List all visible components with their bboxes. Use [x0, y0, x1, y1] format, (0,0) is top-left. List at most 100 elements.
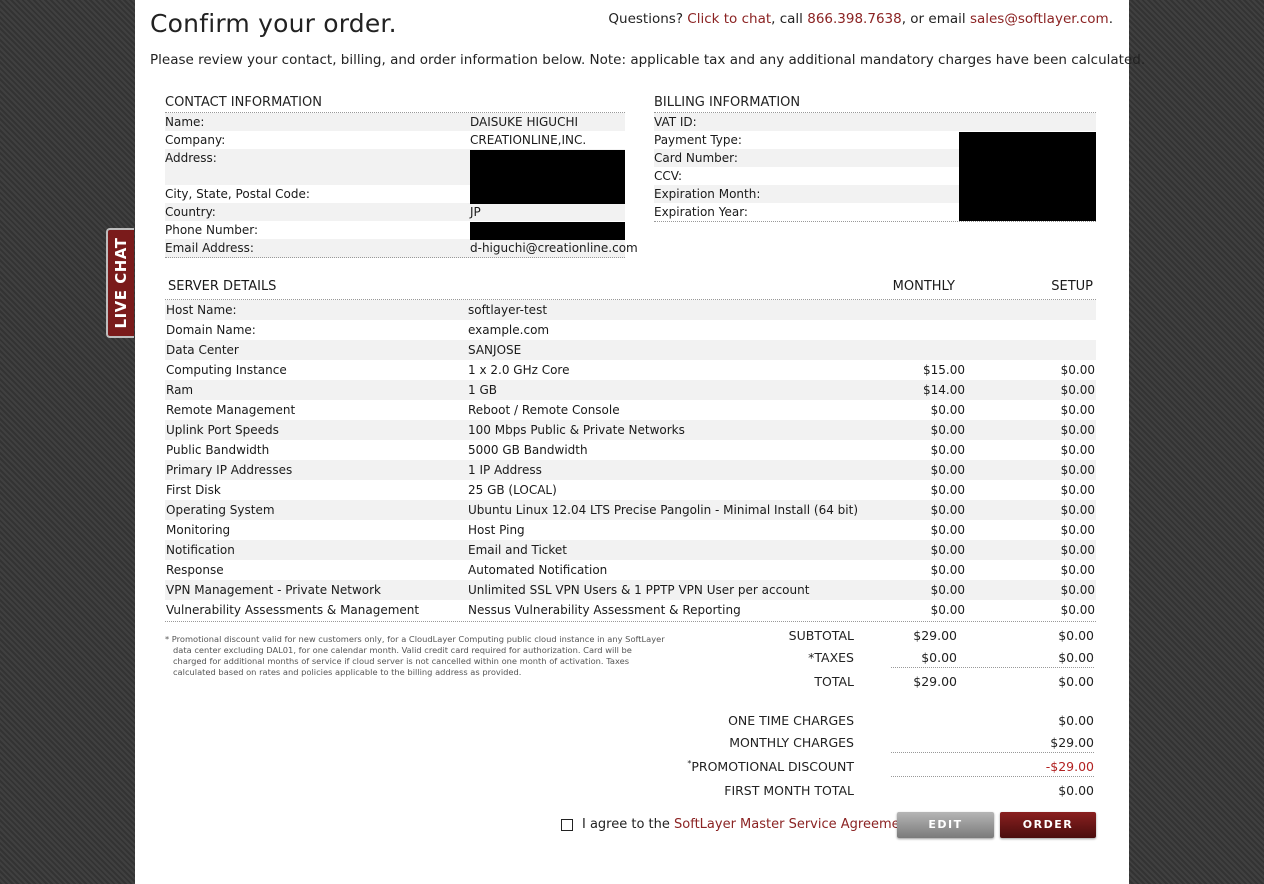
- row-description: 100 Mbps Public & Private Networks: [468, 423, 685, 437]
- email-text: , or email: [901, 11, 966, 27]
- row-setup-price: $0.00: [1060, 543, 1095, 557]
- one-time-charges-value: $0.00: [1058, 713, 1094, 728]
- agree-checkbox[interactable]: [561, 818, 573, 831]
- billing-label: Payment Type:: [654, 133, 742, 147]
- table-row: Data Center SANJOSE: [165, 340, 1096, 360]
- click-to-chat-link[interactable]: Click to chat: [687, 11, 771, 27]
- sales-email-link[interactable]: sales@softlayer.com: [970, 11, 1109, 27]
- row-label: VPN Management - Private Network: [166, 583, 381, 597]
- monthly-charges-value: $29.00: [1050, 735, 1094, 750]
- redacted-phone-block: [470, 222, 625, 240]
- row-monthly-price: $0.00: [930, 583, 965, 597]
- table-row: VPN Management - Private Network Unlimite…: [165, 580, 1096, 600]
- first-month-total-label: FIRST MONTH TOTAL: [724, 783, 854, 798]
- row-setup-price: $0.00: [1060, 583, 1095, 597]
- table-row: Vulnerability Assessments & Management Ne…: [165, 600, 1096, 620]
- row-setup-price: $0.00: [1060, 603, 1095, 617]
- row-description: 1 IP Address: [468, 463, 542, 477]
- row-monthly-price: $0.00: [930, 543, 965, 557]
- order-button[interactable]: ORDER: [1000, 812, 1096, 838]
- row-setup-price: $0.00: [1060, 363, 1095, 377]
- row-monthly-price: $0.00: [930, 603, 965, 617]
- contact-value: CREATIONLINE,INC.: [470, 133, 587, 147]
- row-description: 1 x 2.0 GHz Core: [468, 363, 570, 377]
- live-chat-label: LIVE CHAT: [112, 237, 130, 329]
- row-monthly-price: $0.00: [930, 523, 965, 537]
- phone-link[interactable]: 866.398.7638: [807, 11, 901, 27]
- page-title: Confirm your order.: [150, 9, 397, 38]
- questions-prefix: Questions?: [608, 11, 683, 27]
- table-row: Remote Management Reboot / Remote Console…: [165, 400, 1096, 420]
- row-description: Email and Ticket: [468, 543, 567, 557]
- monthly-column-header: MONTHLY: [892, 279, 955, 294]
- first-month-total-value: $0.00: [1058, 783, 1094, 798]
- row-label: Remote Management: [166, 403, 296, 417]
- billing-label: VAT ID:: [654, 115, 697, 129]
- promotional-footnote: * Promotional discount valid for new cus…: [165, 634, 665, 677]
- contact-information: CONTACT INFORMATION Name: DAISUKE HIGUCH…: [165, 94, 638, 258]
- row-label: First Disk: [166, 483, 221, 497]
- contact-row-company: Company: CREATIONLINE,INC.: [165, 131, 625, 149]
- row-label: Operating System: [166, 503, 275, 517]
- row-setup-price: $0.00: [1060, 423, 1095, 437]
- promotional-discount-value: -$29.00: [1045, 759, 1094, 774]
- row-description: Reboot / Remote Console: [468, 403, 620, 417]
- contact-label: City, State, Postal Code:: [165, 187, 310, 201]
- server-details-divider: [165, 620, 1096, 622]
- table-row: Public Bandwidth 5000 GB Bandwidth $0.00 $0…: [165, 440, 1096, 460]
- total-monthly: $29.00: [913, 674, 957, 689]
- row-setup-price: $0.00: [1060, 463, 1095, 477]
- row-description: SANJOSE: [468, 343, 522, 357]
- row-setup-price: $0.00: [1060, 503, 1095, 517]
- redacted-billing-block: [959, 132, 1096, 221]
- row-description: example.com: [468, 323, 550, 337]
- contact-label: Name:: [165, 115, 205, 129]
- contact-row-name: Name: DAISUKE HIGUCHI: [165, 113, 625, 131]
- row-label: Host Name:: [166, 303, 237, 317]
- row-monthly-price: $0.00: [930, 463, 965, 477]
- billing-row-vat: VAT ID:: [654, 113, 1096, 131]
- master-service-agreement-link[interactable]: SoftLayer Master Service Agreement: [674, 817, 913, 832]
- taxes-label: *TAXES: [808, 650, 854, 665]
- server-details-table: SERVER DETAILS MONTHLY SETUP Host Name: s…: [165, 276, 1096, 622]
- row-label: Notification: [166, 543, 235, 557]
- total-label: TOTAL: [814, 674, 854, 689]
- row-label: Monitoring: [166, 523, 231, 537]
- billing-label: CCV:: [654, 169, 683, 183]
- row-monthly-price: $0.00: [930, 423, 965, 437]
- row-label: Public Bandwidth: [166, 443, 270, 457]
- monthly-charges-label: MONTHLY CHARGES: [729, 735, 854, 750]
- row-description: 25 GB (LOCAL): [468, 483, 557, 497]
- billing-label: Expiration Month:: [654, 187, 761, 201]
- contact-label: Phone Number:: [165, 223, 259, 237]
- questions-bar: Questions? Click to chat, call 866.398.7…: [608, 11, 1113, 27]
- totals-divider: [891, 667, 1094, 668]
- row-description: Ubuntu Linux 12.04 LTS Precise Pangolin …: [468, 503, 859, 517]
- row-setup-price: $0.00: [1060, 523, 1095, 537]
- contact-value: d-higuchi@creationline.com: [470, 241, 638, 255]
- contact-label: Country:: [165, 205, 216, 219]
- row-description: 1 GB: [468, 383, 497, 397]
- row-monthly-price: $14.00: [923, 383, 965, 397]
- row-monthly-price: $0.00: [930, 403, 965, 417]
- taxes-monthly: $0.00: [921, 650, 957, 665]
- intro-text: Please review your contact, billing, and…: [150, 52, 1146, 68]
- email-suffix: .: [1108, 11, 1113, 27]
- row-monthly-price: $15.00: [923, 363, 965, 377]
- edit-button[interactable]: EDIT: [897, 812, 994, 838]
- row-label: Domain Name:: [166, 323, 256, 337]
- row-monthly-price: $0.00: [930, 443, 965, 457]
- charges-divider: [891, 752, 1094, 753]
- table-row: Monitoring Host Ping $0.00 $0.00: [165, 520, 1096, 540]
- billing-label: Card Number:: [654, 151, 738, 165]
- row-description: Host Ping: [468, 523, 525, 537]
- discount-divider: [891, 776, 1094, 777]
- row-description: Nessus Vulnerability Assessment & Report…: [468, 603, 741, 617]
- live-chat-tab[interactable]: LIVE CHAT: [106, 228, 134, 338]
- total-setup: $0.00: [1058, 674, 1094, 689]
- row-setup-price: $0.00: [1060, 483, 1095, 497]
- row-setup-price: $0.00: [1060, 443, 1095, 457]
- row-label: Uplink Port Speeds: [166, 423, 279, 437]
- table-row: Host Name: softlayer-test: [165, 300, 1096, 320]
- table-row: Domain Name: example.com: [165, 320, 1096, 340]
